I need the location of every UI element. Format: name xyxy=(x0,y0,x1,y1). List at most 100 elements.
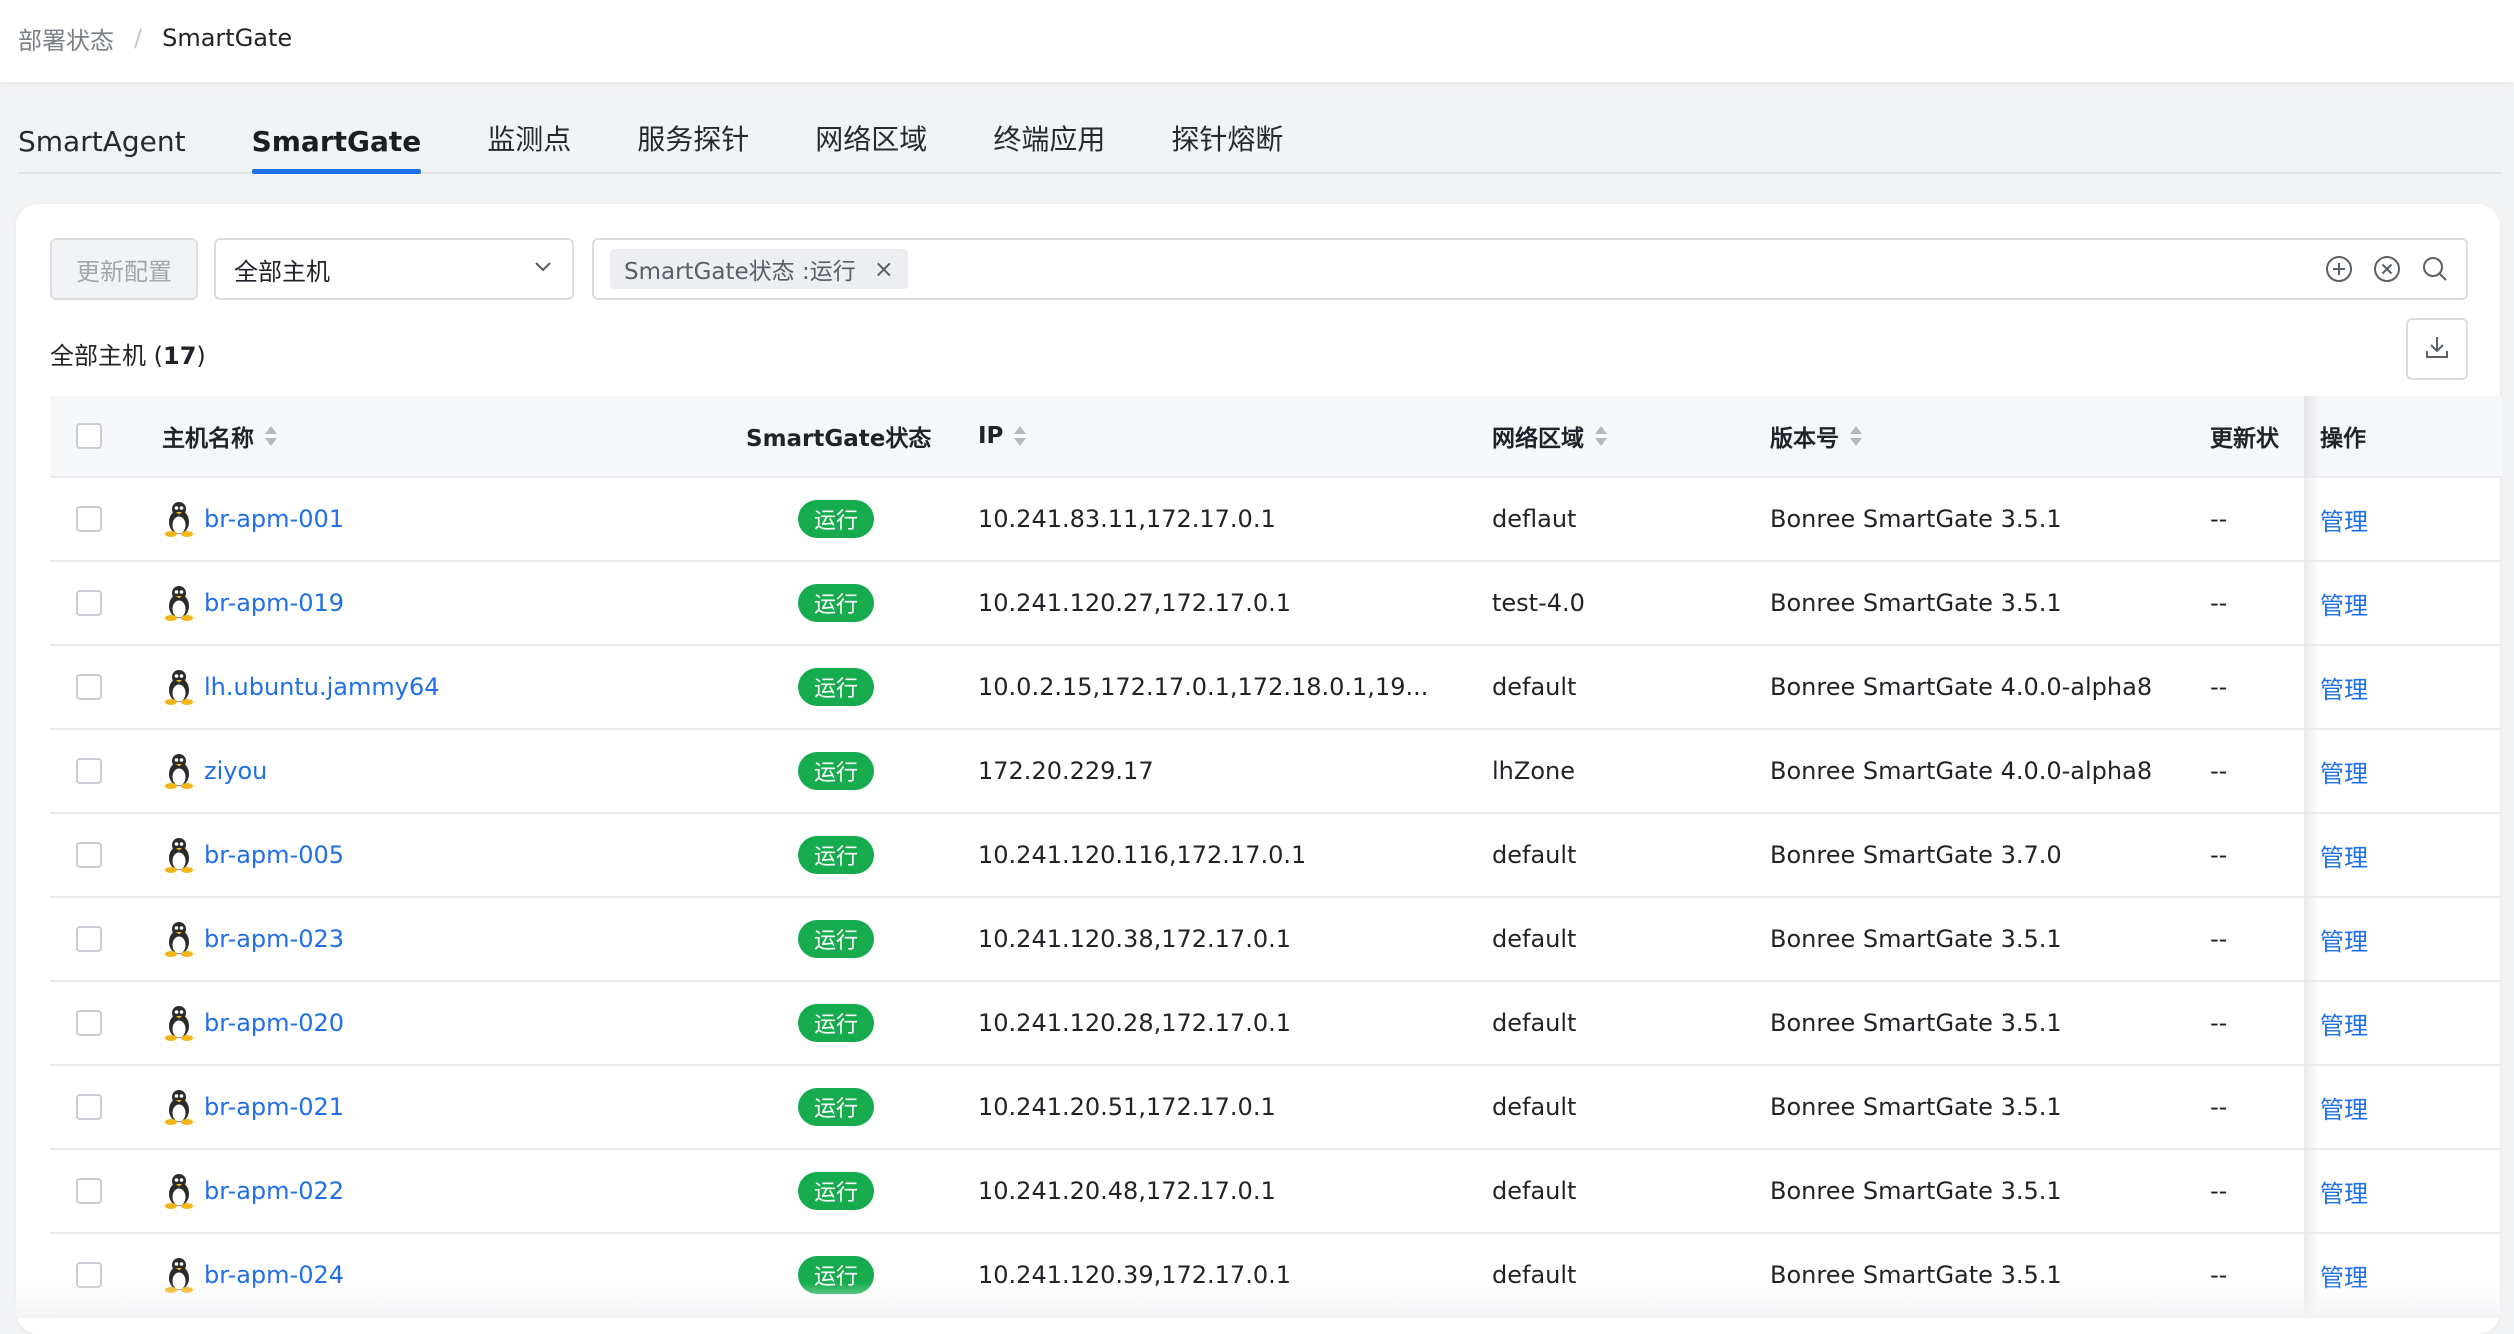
host-name-link[interactable]: br-apm-022 xyxy=(204,1177,344,1205)
row-checkbox[interactable] xyxy=(76,758,102,784)
tab-monitor-point[interactable]: 监测点 xyxy=(487,118,571,172)
linux-icon xyxy=(162,836,196,874)
update-config-button[interactable]: 更新配置 xyxy=(50,238,198,300)
zone-text: default xyxy=(1492,1009,1577,1037)
sticky-column-shadow xyxy=(2304,982,2320,1064)
linux-icon xyxy=(162,1172,196,1210)
tab-smartgate[interactable]: SmartGate xyxy=(251,125,421,174)
manage-link[interactable]: 管理 xyxy=(2320,1090,2368,1125)
col-zone-label: 网络区域 xyxy=(1492,426,1584,452)
host-name-link[interactable]: br-apm-005 xyxy=(204,841,344,869)
host-name-link[interactable]: br-apm-023 xyxy=(204,925,344,953)
add-filter-icon[interactable] xyxy=(2324,254,2354,284)
ip-text: 10.241.83.11,172.17.0.1 xyxy=(978,505,1276,533)
row-checkbox[interactable] xyxy=(76,1094,102,1120)
download-icon xyxy=(2422,332,2452,366)
download-button[interactable] xyxy=(2406,318,2468,380)
col-zone[interactable]: 网络区域 xyxy=(1492,396,1608,476)
version-text: Bonree SmartGate 3.5.1 xyxy=(1770,1093,2062,1121)
host-name-link[interactable]: br-apm-020 xyxy=(204,1009,344,1037)
tab-service-probe[interactable]: 服务探针 xyxy=(637,118,749,172)
count-row: 全部主机 (17) xyxy=(50,318,2468,380)
host-name-link[interactable]: lh.ubuntu.jammy64 xyxy=(204,673,440,701)
version-text: Bonree SmartGate 3.5.1 xyxy=(1770,1009,2062,1037)
update-status-text: -- xyxy=(2210,841,2228,869)
manage-link[interactable]: 管理 xyxy=(2320,1006,2368,1041)
row-checkbox[interactable] xyxy=(76,590,102,616)
sort-icon[interactable] xyxy=(1594,424,1608,448)
tab-probe-circuit-breaker[interactable]: 探针熔断 xyxy=(1171,118,1283,172)
clear-filter-icon[interactable] xyxy=(2372,254,2402,284)
select-all-checkbox[interactable] xyxy=(76,423,102,449)
update-status-text: -- xyxy=(2210,757,2228,785)
manage-link[interactable]: 管理 xyxy=(2320,502,2368,537)
status-badge: 运行 xyxy=(797,1088,874,1126)
row-checkbox[interactable] xyxy=(76,674,102,700)
host-name-link[interactable]: br-apm-019 xyxy=(204,589,344,617)
version-text: Bonree SmartGate 3.5.1 xyxy=(1770,589,2062,617)
host-name-link[interactable]: br-apm-021 xyxy=(204,1093,344,1121)
col-name[interactable]: 主机名称 xyxy=(162,396,278,476)
status-badge: 运行 xyxy=(797,668,874,706)
col-status: SmartGate状态 xyxy=(746,396,931,476)
status-badge: 运行 xyxy=(797,920,874,958)
sort-icon[interactable] xyxy=(1849,424,1863,448)
col-version-label: 版本号 xyxy=(1770,426,1839,452)
zone-text: default xyxy=(1492,925,1577,953)
toolbar: 更新配置 全部主机 SmartGate状态 :运行 × xyxy=(50,238,2468,302)
status-badge: 运行 xyxy=(797,500,874,538)
zone-text: lhZone xyxy=(1492,757,1575,785)
manage-link[interactable]: 管理 xyxy=(2320,922,2368,957)
sticky-column-shadow xyxy=(2304,898,2320,980)
table-row: br-apm-020 运行 10.241.120.28,172.17.0.1 d… xyxy=(50,982,2502,1066)
tab-network-zone[interactable]: 网络区域 xyxy=(815,118,927,172)
tab-terminal-app[interactable]: 终端应用 xyxy=(993,118,1105,172)
search-icon[interactable] xyxy=(2420,254,2450,284)
row-checkbox[interactable] xyxy=(76,926,102,952)
ip-text: 10.241.120.27,172.17.0.1 xyxy=(978,589,1291,617)
manage-link[interactable]: 管理 xyxy=(2320,670,2368,705)
manage-link[interactable]: 管理 xyxy=(2320,586,2368,621)
version-text: Bonree SmartGate 3.5.1 xyxy=(1770,505,2062,533)
host-name-link[interactable]: ziyou xyxy=(204,757,267,785)
col-version[interactable]: 版本号 xyxy=(1770,396,1863,476)
col-ip[interactable]: IP xyxy=(978,396,1448,476)
row-checkbox[interactable] xyxy=(76,506,102,532)
manage-link[interactable]: 管理 xyxy=(2320,1174,2368,1209)
row-checkbox[interactable] xyxy=(76,1178,102,1204)
host-select[interactable]: 全部主机 xyxy=(214,238,574,300)
zone-text: default xyxy=(1492,1093,1577,1121)
filter-bar[interactable]: SmartGate状态 :运行 × xyxy=(592,238,2468,300)
close-icon[interactable]: × xyxy=(874,255,894,283)
tab-smartagent[interactable]: SmartAgent xyxy=(18,125,186,172)
table-row: br-apm-021 运行 10.241.20.51,172.17.0.1 de… xyxy=(50,1066,2502,1150)
host-table: 主机名称 SmartGate状态 IP 网络区域 版本号 更新状 操作 br-a… xyxy=(50,396,2502,1318)
col-update-label: 更新状 xyxy=(2210,426,2279,452)
row-checkbox[interactable] xyxy=(76,1010,102,1036)
ip-text: 10.241.20.51,172.17.0.1 xyxy=(978,1093,1276,1121)
linux-icon xyxy=(162,1088,196,1126)
sort-icon[interactable] xyxy=(1013,424,1027,448)
row-checkbox[interactable] xyxy=(76,842,102,868)
status-badge: 运行 xyxy=(797,752,874,790)
scroll-fade xyxy=(0,1282,2514,1318)
ip-text: 10.0.2.15,172.17.0.1,172.18.0.1,19... xyxy=(978,673,1429,701)
breadcrumb-parent[interactable]: 部署状态 xyxy=(18,21,114,56)
filter-chip: SmartGate状态 :运行 × xyxy=(610,249,908,289)
zone-text: default xyxy=(1492,1177,1577,1205)
version-text: Bonree SmartGate 4.0.0-alpha8 xyxy=(1770,673,2153,701)
update-status-text: -- xyxy=(2210,1093,2228,1121)
sort-icon[interactable] xyxy=(264,424,278,448)
linux-icon xyxy=(162,1004,196,1042)
manage-link[interactable]: 管理 xyxy=(2320,754,2368,789)
sticky-column-shadow xyxy=(2304,1150,2320,1232)
host-name-link[interactable]: br-apm-001 xyxy=(204,505,344,533)
col-ip-label: IP xyxy=(978,423,1004,449)
linux-icon xyxy=(162,920,196,958)
linux-icon xyxy=(162,752,196,790)
sticky-column-shadow xyxy=(2304,562,2320,644)
manage-link[interactable]: 管理 xyxy=(2320,838,2368,873)
update-status-text: -- xyxy=(2210,673,2228,701)
tab-bar: SmartAgent SmartGate 监测点 服务探针 网络区域 终端应用 … xyxy=(18,110,2502,174)
version-text: Bonree SmartGate 3.5.1 xyxy=(1770,925,2062,953)
